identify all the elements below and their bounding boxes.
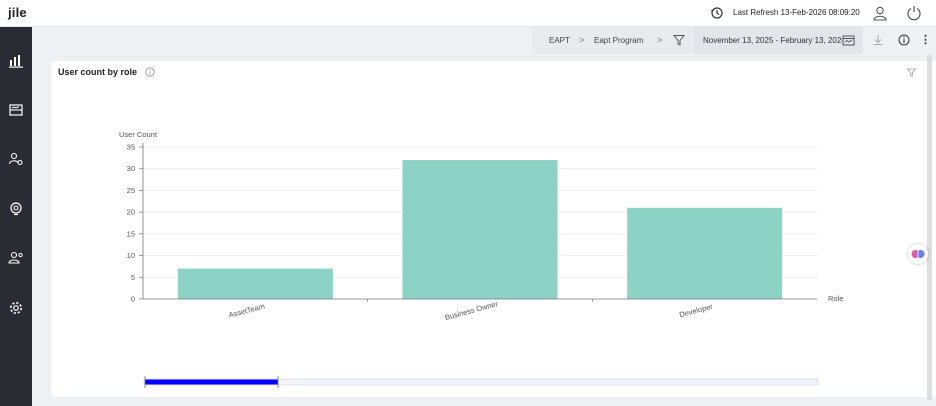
bar-chart-icon[interactable] [8,53,24,69]
x-tick-label: Developer [678,302,714,320]
last-refresh-text: Last Refresh 13-Feb-2026 08:09:20 [733,8,860,17]
date-range-picker[interactable]: November 13, 2025 - February 13, 2026 [693,27,863,54]
y-tick-label: 30 [127,164,135,173]
download-icon[interactable] [872,34,884,46]
bar [627,207,783,299]
y-tick-label: 10 [127,251,135,260]
breadcrumb-separator: > [579,35,585,45]
y-tick-label: 0 [131,295,135,304]
x-axis-label: Role [828,294,843,303]
x-tick-label: Business Owner [444,299,500,322]
refresh-icon[interactable] [710,6,724,20]
users-settings-icon[interactable] [8,151,24,167]
bulb-icon[interactable] [8,201,24,217]
breadcrumb: EAPT > Eapt Program > [532,27,692,54]
y-tick-label: 15 [127,229,135,238]
filter-bar: EAPT > Eapt Program > November 13, 2025 … [532,27,936,54]
team-icon[interactable] [8,250,24,266]
user-profile-icon[interactable] [872,5,888,21]
dashboard-icon[interactable] [8,102,24,118]
gear-icon[interactable] [8,300,24,316]
page-scrollbar[interactable] [927,55,932,400]
x-tick-label: AssetTeam [228,301,266,319]
info-icon[interactable] [898,34,910,46]
app-logo[interactable]: jile [8,5,27,20]
bars [177,160,783,299]
top-bar: jile Last Refresh 13-Feb-2026 08:09:20 [0,0,936,27]
y-tick-label: 25 [127,186,135,195]
y-tick-label: 35 [127,143,135,152]
more-options-icon[interactable]: ⋮ [920,33,931,46]
y-tick-label: 5 [131,273,135,282]
breadcrumb-item-eapt-program[interactable]: Eapt Program [594,36,643,45]
main-content: EAPT > Eapt Program > November 13, 2025 … [32,27,936,406]
y-tick-label: 20 [127,208,135,217]
filter-icon[interactable] [673,34,685,46]
chart-card: User count by role ⋮ User Count Role 051… [51,61,936,397]
breadcrumb-item-eapt[interactable]: EAPT [549,36,570,45]
calendar-icon[interactable] [842,34,855,46]
breadcrumb-separator: > [657,35,663,45]
bar [402,160,558,299]
sidebar [0,27,32,406]
range-scrollbar-thumb[interactable] [145,379,278,385]
power-icon[interactable] [906,5,922,21]
bar [177,268,333,299]
date-range-text: November 13, 2025 - February 13, 2026 [703,36,846,45]
ai-assistant-brain-icon[interactable] [908,244,928,264]
bar-chart: User Count Role 0 5 10 15 20 25 30 35 AssetTeam B… [119,130,843,388]
y-axis-label: User Count [119,130,158,139]
